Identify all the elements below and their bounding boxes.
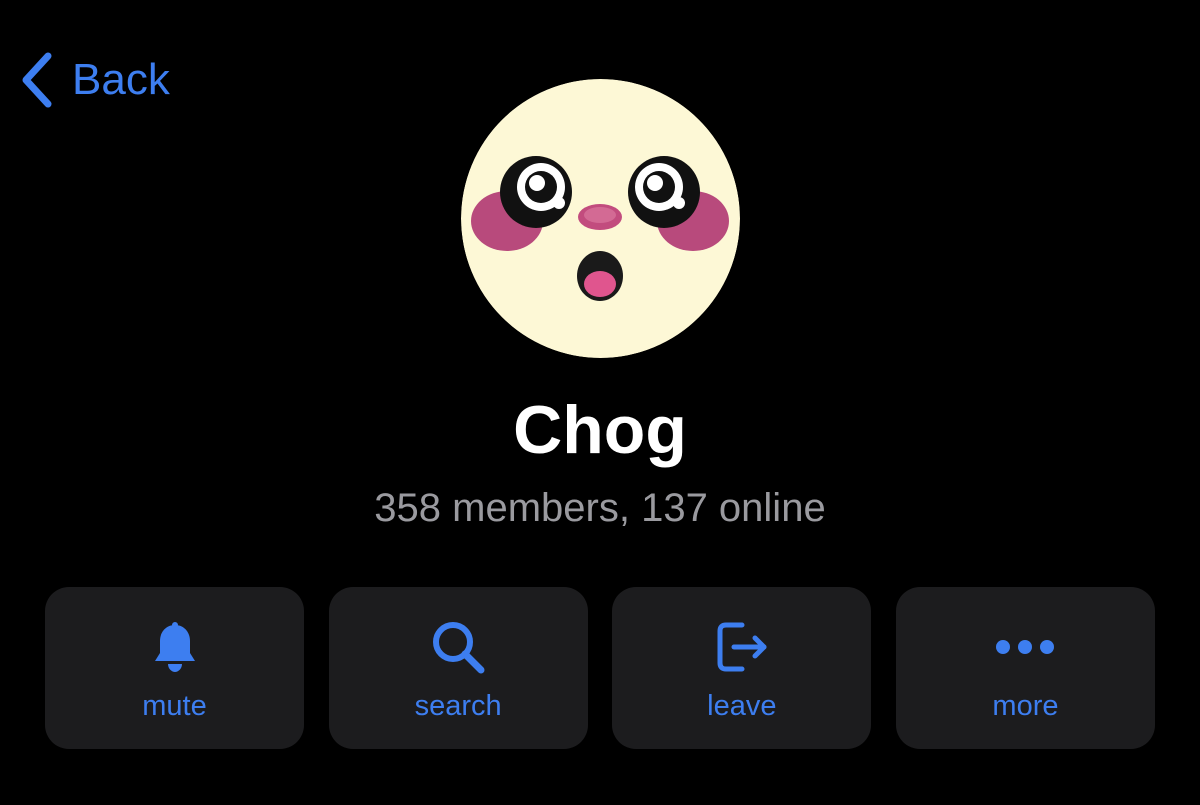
member-status: 358 members, 137 online xyxy=(374,486,826,530)
chog-face-icon xyxy=(461,79,740,358)
search-label: search xyxy=(414,690,502,722)
mute-label: mute xyxy=(142,690,207,722)
exit-icon xyxy=(712,617,772,677)
chevron-left-icon xyxy=(18,50,56,110)
search-button[interactable]: search xyxy=(328,587,588,749)
action-bar: mute search leave more xyxy=(45,587,1155,749)
leave-button[interactable]: leave xyxy=(612,587,872,749)
bell-icon xyxy=(147,619,203,675)
avatar[interactable] xyxy=(461,79,740,358)
ellipsis-icon xyxy=(993,637,1057,657)
leave-label: leave xyxy=(707,690,777,722)
mute-button[interactable]: mute xyxy=(45,587,304,749)
back-button[interactable]: Back xyxy=(18,50,170,110)
chat-title: Chog xyxy=(513,392,687,468)
back-label: Back xyxy=(72,55,170,104)
more-button[interactable]: more xyxy=(895,587,1155,749)
more-label: more xyxy=(992,690,1059,722)
magnifier-icon xyxy=(428,617,488,677)
